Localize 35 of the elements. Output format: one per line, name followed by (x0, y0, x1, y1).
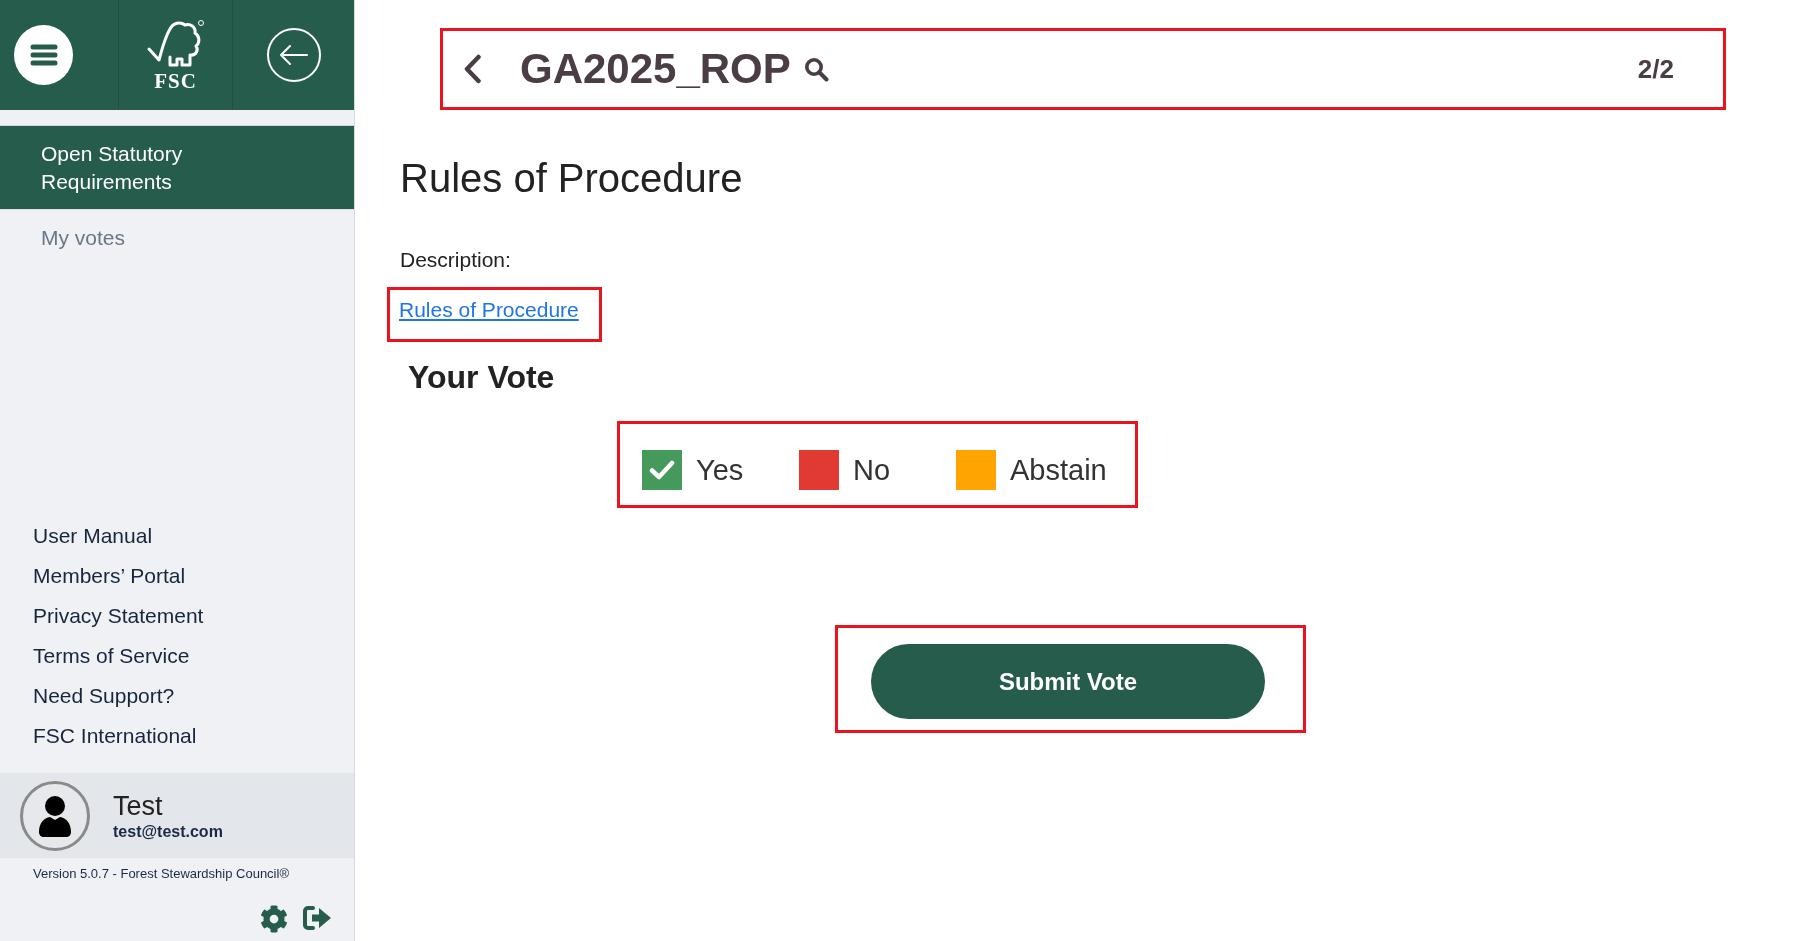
sidebar-link[interactable]: Privacy Statement (33, 596, 204, 636)
sidebar-link[interactable]: Members’ Portal (33, 556, 186, 596)
vote-checkbox[interactable] (799, 450, 839, 490)
sidebar-link[interactable]: Need Support? (33, 676, 175, 716)
logo-text: FSC (154, 71, 197, 91)
vote-code-title: GA2025_ROP (520, 45, 791, 93)
page-counter: 2/2 (1637, 53, 1674, 85)
section-heading: Your Vote (408, 358, 555, 396)
vote-option-label[interactable]: No (853, 450, 891, 490)
search-icon[interactable] (803, 56, 829, 82)
vote-option-label[interactable]: Abstain (1010, 450, 1107, 490)
document-link[interactable]: Rules of Procedure (399, 297, 579, 323)
sidebar-link[interactable]: User Manual (33, 516, 153, 556)
chevron-left-icon[interactable] (463, 54, 482, 84)
vote-checkbox[interactable] (956, 450, 996, 490)
menu-item[interactable]: My votes (0, 210, 354, 266)
back-button[interactable] (266, 28, 321, 82)
sidebar-link[interactable]: Terms of Service (33, 636, 190, 676)
description-label: Description: (400, 247, 511, 273)
user-email: test@test.com (113, 821, 223, 842)
user-name: Test (113, 789, 164, 822)
sidebar-link[interactable]: FSC International (33, 716, 197, 756)
menu-icon (29, 44, 58, 66)
avatar-icon (20, 780, 90, 851)
version-text: Version 5.0.7 - Forest Stewardship Council® (33, 865, 289, 881)
vote-checkbox[interactable] (642, 450, 682, 490)
menu-item[interactable]: Open Statutory Requirements (0, 126, 354, 210)
page-title: Rules of Procedure (400, 155, 743, 202)
tree-logo-icon (145, 19, 206, 69)
vote-option-label[interactable]: Yes (696, 450, 744, 490)
submit-button[interactable]: Submit Vote (871, 644, 1265, 719)
checkmark-icon (649, 460, 675, 480)
arrow-left-icon (278, 44, 309, 66)
settings-icon[interactable] (260, 905, 288, 933)
logout-icon[interactable] (302, 905, 332, 931)
